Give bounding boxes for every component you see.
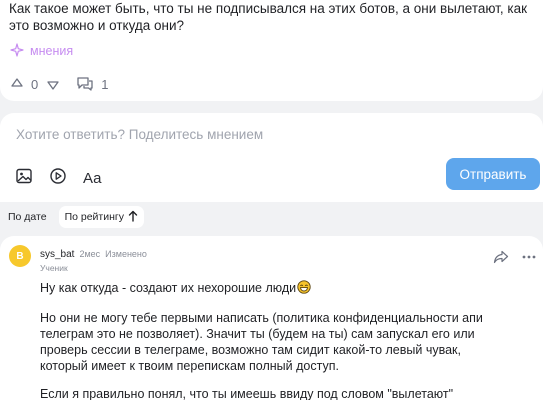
share-icon[interactable] — [493, 250, 509, 269]
reply-composer: Хотите ответить? Поделитесь мнением Аа О… — [0, 113, 543, 202]
reply-input[interactable]: Хотите ответить? Поделитесь мнением — [16, 127, 263, 142]
comment-icon[interactable] — [76, 76, 94, 92]
arrow-up-sort-icon — [128, 210, 138, 225]
avatar[interactable]: В — [9, 245, 31, 267]
sort-bar: По дате По рейтингу — [0, 202, 543, 232]
grinning-emoji — [297, 280, 311, 298]
author-rank: Ученик — [40, 263, 68, 273]
sort-by-date[interactable]: По дате — [4, 206, 51, 228]
answer-paragraph: Ну как откуда - создают их нехорошие люд… — [40, 280, 510, 298]
answer-time: 2мес — [79, 249, 101, 259]
send-button[interactable]: Отправить — [446, 158, 540, 190]
answer-body: Ну как откуда - создают их нехорошие люд… — [40, 280, 510, 400]
answer-card: В sys_bat 2мес Изменено Ученик Ну как от… — [0, 236, 543, 400]
sort-by-date-label: По дате — [8, 211, 47, 223]
arrow-up-icon[interactable] — [10, 77, 24, 91]
answer-paragraph: Но они не могу тебе первыми написать (по… — [40, 311, 483, 373]
vote-count: 0 — [31, 76, 39, 92]
image-icon[interactable] — [15, 167, 33, 190]
comment-count: 1 — [101, 76, 109, 92]
question-text: Как такое может быть, что ты не подписыв… — [9, 1, 527, 33]
more-dots-icon[interactable] — [521, 250, 537, 269]
answer-paragraph: Если я правильно понял, что ты имеешь вв… — [40, 387, 454, 400]
question-actions: 0 1 — [10, 74, 116, 94]
mneniya-label: мнения — [30, 44, 74, 58]
arrow-down-icon[interactable] — [46, 77, 60, 91]
reply-toolbar: Аа — [15, 167, 102, 189]
sort-by-rating[interactable]: По рейтингу — [58, 206, 144, 228]
author-line: sys_bat 2мес Изменено — [40, 249, 147, 260]
sort-by-rating-label: По рейтингу — [64, 211, 124, 223]
author-name[interactable]: sys_bat — [40, 249, 74, 260]
answer-paragraph-text: Ну как откуда - создают их нехорошие люд… — [40, 281, 297, 295]
play-icon[interactable] — [49, 167, 67, 190]
sparkle-icon — [10, 42, 24, 60]
mneniya-link[interactable]: мнения — [10, 42, 74, 60]
question-card: Как такое может быть, что ты не подписыв… — [0, 0, 543, 101]
format-button[interactable]: Аа — [83, 170, 102, 187]
edited-label: Изменено — [105, 249, 147, 259]
